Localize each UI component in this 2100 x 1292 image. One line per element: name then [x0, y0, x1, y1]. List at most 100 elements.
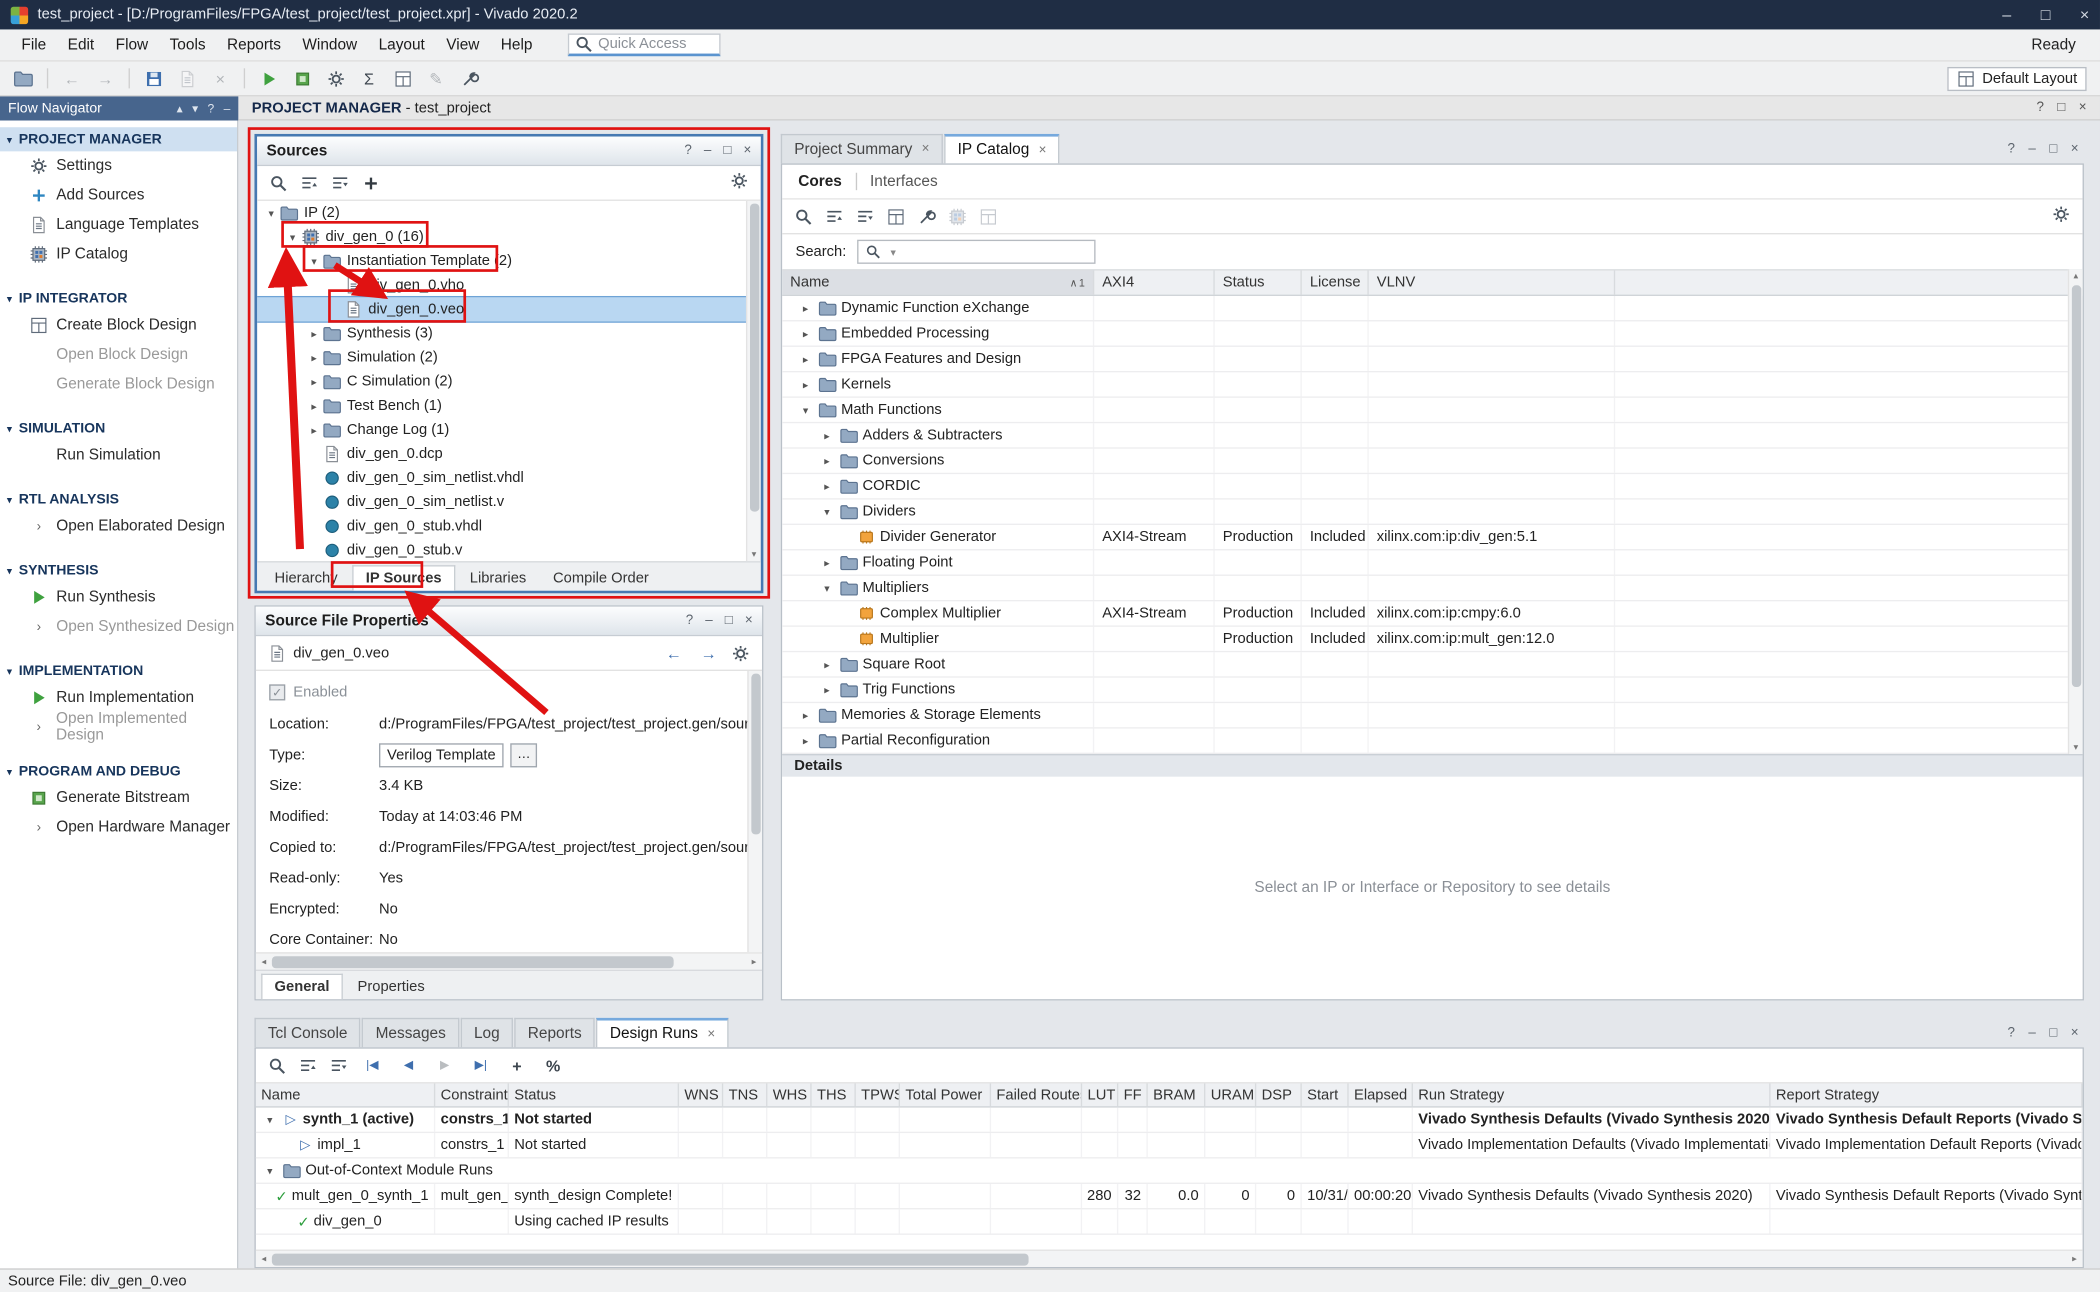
- tree-item-div-gen-0[interactable]: ▾div_gen_0 (16): [257, 225, 761, 249]
- catalog-row[interactable]: ▸Trig Functions: [782, 678, 2082, 703]
- sidebar-item-run-implementation[interactable]: Run Implementation: [0, 683, 237, 712]
- collapse-all-icon[interactable]: [299, 1056, 318, 1075]
- enabled-checkbox[interactable]: ✓: [269, 684, 285, 700]
- expand-icon[interactable]: ▸: [305, 376, 322, 388]
- undo-icon[interactable]: ←: [56, 65, 87, 92]
- expand-icon[interactable]: ▸: [305, 352, 322, 364]
- settings-icon[interactable]: [320, 65, 351, 92]
- panel-float-icon[interactable]: □: [2049, 141, 2057, 156]
- column-constraints[interactable]: Constraints: [435, 1083, 509, 1106]
- tree-item-instantiation-template[interactable]: ▾Instantiation Template (2): [257, 249, 761, 273]
- column-dsp[interactable]: DSP: [1256, 1083, 1302, 1106]
- tree-item-stub-vhdl[interactable]: div_gen_0_stub.vhdl: [257, 514, 761, 538]
- sidebar-item-add-sources[interactable]: Add Sources: [0, 181, 237, 210]
- copy-icon[interactable]: [171, 65, 202, 92]
- panel-help-icon[interactable]: ?: [684, 143, 691, 158]
- section-project-manager[interactable]: ▾PROJECT MANAGER: [0, 127, 237, 151]
- column-uram[interactable]: URAM: [1205, 1083, 1256, 1106]
- column-status[interactable]: Status: [1215, 271, 1302, 295]
- collapse-all-icon[interactable]: [300, 173, 319, 192]
- tree-item-div-gen-0-dcp[interactable]: div_gen_0.dcp: [257, 442, 761, 466]
- search-icon[interactable]: [794, 207, 813, 226]
- catalog-row[interactable]: ▸Adders & Subtracters: [782, 423, 2082, 448]
- tab-general[interactable]: General: [261, 974, 343, 999]
- catalog-search-input[interactable]: ▾: [857, 240, 1095, 264]
- expand-icon[interactable]: ▸: [305, 400, 322, 412]
- settings-gear-icon[interactable]: [730, 171, 749, 190]
- catalog-row[interactable]: ▸Conversions: [782, 449, 2082, 474]
- expand-all-icon[interactable]: [331, 173, 350, 192]
- sidebar-item-run-synthesis[interactable]: Run Synthesis: [0, 583, 237, 612]
- percent-icon[interactable]: %: [541, 1053, 565, 1077]
- properties-horizontal-scrollbar[interactable]: ◂ ▸: [256, 952, 762, 969]
- column-tpws[interactable]: TPWS: [856, 1083, 900, 1106]
- column-failed-routes[interactable]: Failed Routes: [991, 1083, 1082, 1106]
- open-project-icon[interactable]: [8, 65, 39, 92]
- close-tab-icon[interactable]: ×: [1039, 143, 1047, 158]
- tab-compile-order[interactable]: Compile Order: [541, 567, 661, 591]
- tab-properties[interactable]: Properties: [345, 975, 436, 999]
- menu-flow[interactable]: Flow: [105, 33, 159, 57]
- sidebar-item-open-hardware-manager[interactable]: ›Open Hardware Manager: [0, 813, 237, 842]
- column-whs[interactable]: WHS: [767, 1083, 811, 1106]
- run-icon[interactable]: [253, 65, 284, 92]
- settings-gear-icon[interactable]: [2052, 205, 2071, 224]
- sidebar-item-create-block-design[interactable]: Create Block Design: [0, 311, 237, 340]
- menu-view[interactable]: View: [436, 33, 491, 57]
- column-run-strategy[interactable]: Run Strategy: [1413, 1083, 1771, 1106]
- group-by-icon[interactable]: [887, 207, 906, 226]
- catalog-row[interactable]: Divider GeneratorAXI4-StreamProductionIn…: [782, 525, 2082, 550]
- menu-window[interactable]: Window: [292, 33, 368, 57]
- catalog-row[interactable]: ▾Dividers: [782, 500, 2082, 525]
- tree-item-synthesis[interactable]: ▸Synthesis (3): [257, 321, 761, 345]
- repository-icon[interactable]: [948, 207, 967, 226]
- catalog-row[interactable]: ▾Math Functions: [782, 398, 2082, 423]
- tab-libraries[interactable]: Libraries: [458, 567, 539, 591]
- design-runs-horizontal-scrollbar[interactable]: ◂ ▸: [256, 1250, 2083, 1267]
- design-run-row-synth-1[interactable]: ▾▷synth_1 (active) constrs_1 Not started…: [256, 1108, 2083, 1133]
- sidebar-item-generate-block-design[interactable]: Generate Block Design: [0, 370, 237, 399]
- debug-icon[interactable]: [454, 65, 485, 92]
- column-status[interactable]: Status: [509, 1083, 679, 1106]
- menu-reports[interactable]: Reports: [216, 33, 291, 57]
- panel-minimize-icon[interactable]: –: [2028, 141, 2035, 156]
- panel-float-icon[interactable]: □: [725, 613, 733, 628]
- tree-item-ip[interactable]: ▾IP (2): [257, 201, 761, 225]
- tree-item-sim-netlist-v[interactable]: div_gen_0_sim_netlist.v: [257, 490, 761, 514]
- search-icon[interactable]: [269, 173, 288, 192]
- maximize-button[interactable]: □: [2041, 5, 2051, 24]
- collapse-all-icon[interactable]: [825, 207, 844, 226]
- context-help-icon[interactable]: ?: [2036, 100, 2043, 115]
- catalog-row[interactable]: ▸Dynamic Function eXchange: [782, 296, 2082, 321]
- panel-close-icon[interactable]: ×: [2071, 1025, 2079, 1040]
- tab-log[interactable]: Log: [461, 1018, 513, 1047]
- minimize-button[interactable]: –: [2002, 5, 2011, 24]
- forward-icon[interactable]: ▶|: [469, 1053, 493, 1077]
- tab-ip-catalog[interactable]: IP Catalog×: [944, 134, 1060, 163]
- save-icon[interactable]: [138, 65, 169, 92]
- column-total-power[interactable]: Total Power: [900, 1083, 991, 1106]
- panel-help-icon[interactable]: ?: [686, 613, 693, 628]
- tree-item-change-log[interactable]: ▸Change Log (1): [257, 418, 761, 442]
- context-restore-icon[interactable]: □: [2057, 100, 2065, 115]
- catalog-row[interactable]: MultiplierProductionIncludedxilinx.com:i…: [782, 627, 2082, 652]
- tree-item-sim-netlist-vhdl[interactable]: div_gen_0_sim_netlist.vhdl: [257, 466, 761, 490]
- menu-tools[interactable]: Tools: [159, 33, 216, 57]
- tab-reports[interactable]: Reports: [514, 1018, 595, 1047]
- catalog-row[interactable]: ▸Floating Point: [782, 550, 2082, 575]
- catalog-row[interactable]: Complex MultiplierAXI4-StreamProductionI…: [782, 601, 2082, 626]
- column-ff[interactable]: FF: [1118, 1083, 1147, 1106]
- sidebar-item-ip-catalog[interactable]: IP Catalog: [0, 240, 237, 269]
- design-run-row-impl-1[interactable]: ▷impl_1 constrs_1 Not started Vivado Imp…: [256, 1133, 2083, 1158]
- catalog-vertical-scrollbar[interactable]: ▴ ▾: [2068, 269, 2083, 754]
- column-tns[interactable]: TNS: [723, 1083, 767, 1106]
- expand-icon[interactable]: ▾: [284, 231, 301, 243]
- layout-selector[interactable]: Default Layout: [1947, 66, 2086, 90]
- column-lut[interactable]: LUT: [1082, 1083, 1118, 1106]
- menu-help[interactable]: Help: [490, 33, 543, 57]
- catalog-row[interactable]: ▸Square Root: [782, 652, 2082, 677]
- close-tab-icon[interactable]: ×: [922, 142, 930, 157]
- column-license[interactable]: License: [1302, 271, 1369, 295]
- catalog-row[interactable]: ▸Partial Reconfiguration: [782, 729, 2082, 754]
- expand-icon[interactable]: ▾: [262, 207, 279, 219]
